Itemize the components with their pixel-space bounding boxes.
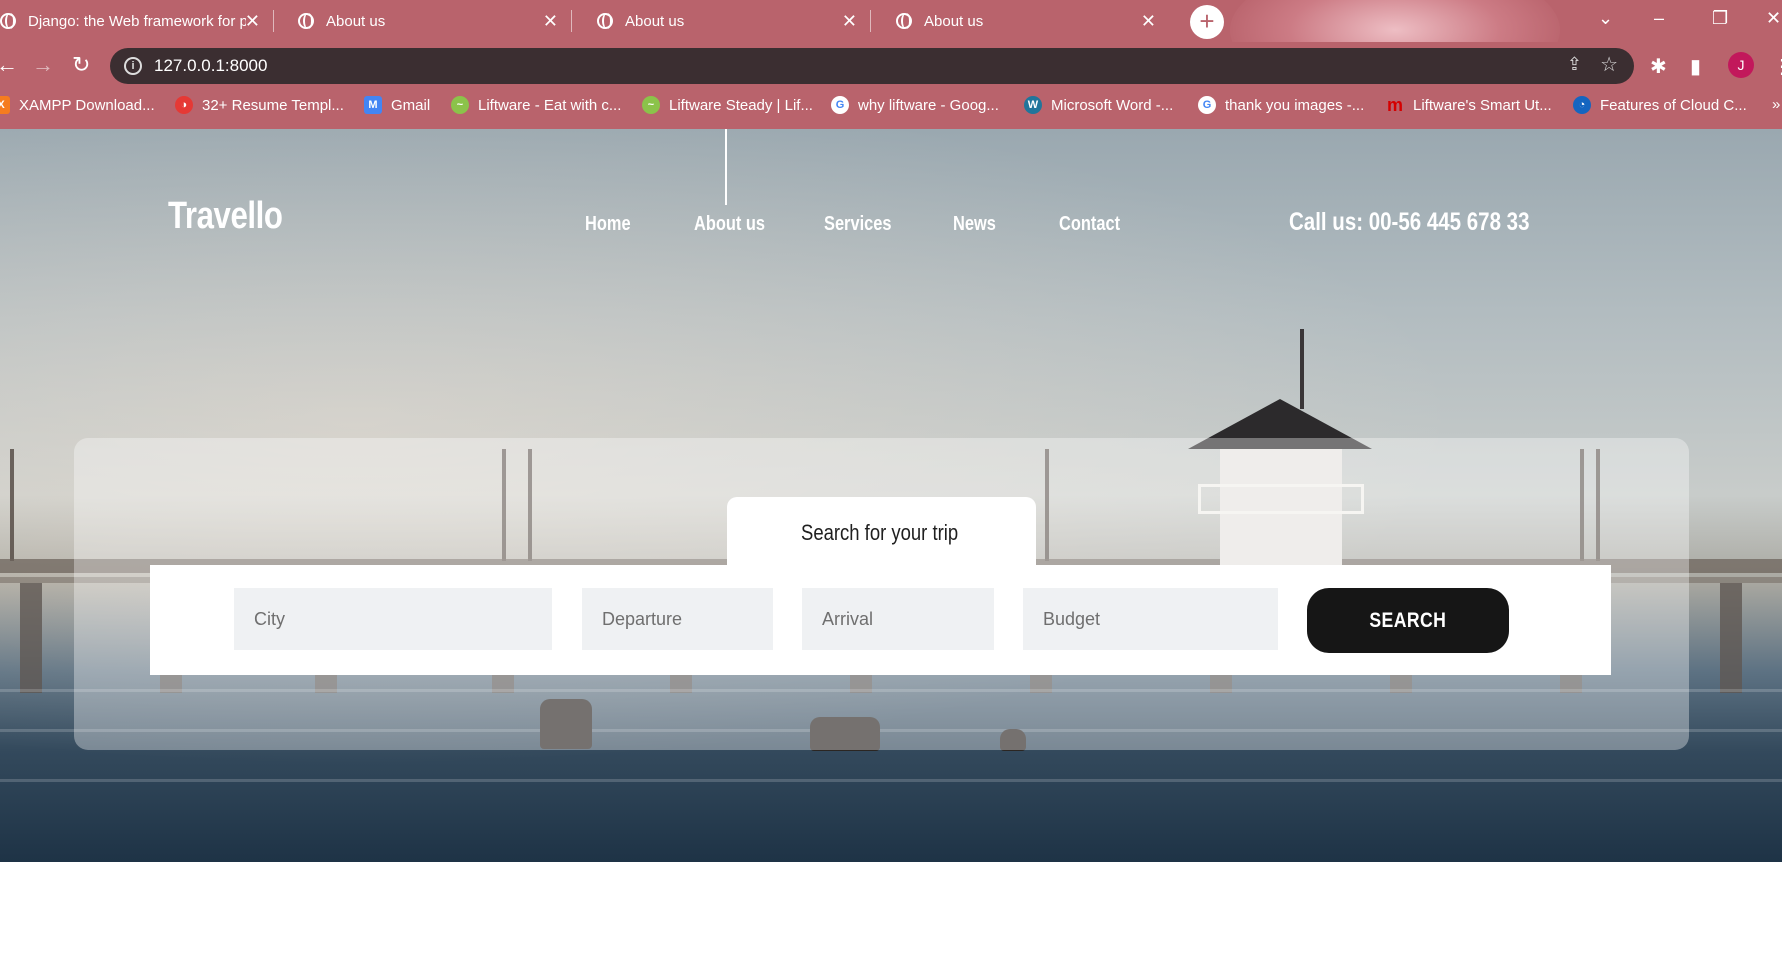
search-tab-label: Search for your trip bbox=[801, 520, 959, 545]
arrival-input[interactable] bbox=[802, 588, 994, 650]
side-panel-icon[interactable]: ▮ bbox=[1690, 54, 1701, 79]
minimize-icon[interactable]: – bbox=[1654, 8, 1664, 29]
bookmark-star-icon[interactable]: ☆ bbox=[1600, 52, 1618, 77]
call-us-phone: Call us: 00-56 445 678 33 bbox=[1289, 208, 1530, 236]
tab-separator bbox=[870, 10, 871, 32]
bookmark-label: Microsoft Word -... bbox=[1051, 96, 1174, 114]
globe-icon bbox=[298, 13, 314, 29]
departure-input[interactable] bbox=[582, 588, 773, 650]
profile-avatar[interactable]: J bbox=[1728, 52, 1754, 78]
bookmarks-bar: X XAMPP Download... ◑ 32+ Resume Templ..… bbox=[0, 90, 1782, 122]
more-bookmarks-icon[interactable]: » bbox=[1772, 96, 1780, 113]
bookmark-liftware-steady[interactable]: ~ Liftware Steady | Lif... bbox=[642, 96, 813, 114]
m-logo-icon: m bbox=[1386, 95, 1403, 115]
nav-contact[interactable]: Contact bbox=[1059, 213, 1120, 236]
back-icon[interactable]: ← bbox=[0, 52, 18, 78]
bookmark-label: XAMPP Download... bbox=[19, 96, 155, 114]
resume-icon: ◑ bbox=[175, 96, 193, 114]
url-text[interactable]: 127.0.0.1:8000 bbox=[154, 56, 267, 76]
bookmark-label: thank you images -... bbox=[1225, 96, 1365, 114]
bookmark-thank-you[interactable]: G thank you images -... bbox=[1198, 96, 1364, 114]
tab-separator bbox=[273, 10, 274, 32]
google-icon: G bbox=[831, 96, 849, 114]
tab-title: Django: the Web framework for p bbox=[28, 12, 246, 30]
tab-separator bbox=[571, 10, 572, 32]
browser-tab-about-1[interactable]: About us ✕ bbox=[290, 0, 572, 42]
nav-active-indicator bbox=[725, 129, 727, 205]
bookmark-liftware-eat[interactable]: ~ Liftware - Eat with c... bbox=[451, 96, 621, 114]
reload-icon[interactable]: ↻ bbox=[72, 52, 90, 78]
new-tab-button[interactable]: + bbox=[1190, 5, 1224, 39]
bookmark-label: Features of Cloud C... bbox=[1600, 96, 1747, 114]
wave-line bbox=[0, 779, 1782, 782]
site-info-icon[interactable]: i bbox=[124, 57, 142, 75]
pier-piling bbox=[20, 583, 42, 693]
wordpress-icon: W bbox=[1024, 96, 1042, 114]
browser-tab-about-2[interactable]: About us ✕ bbox=[589, 0, 871, 42]
bookmark-why-liftware[interactable]: G why liftware - Goog... bbox=[831, 96, 999, 114]
extensions-icon[interactable]: ✱ bbox=[1650, 54, 1667, 79]
browser-tab-strip: Django: the Web framework for p ✕ About … bbox=[0, 0, 1782, 42]
google-icon: G bbox=[1198, 96, 1216, 114]
tower-mast bbox=[1300, 329, 1304, 409]
bookmark-liftware-smart[interactable]: m Liftware's Smart Ut... bbox=[1386, 96, 1552, 114]
bookmark-microsoft-word[interactable]: W Microsoft Word -... bbox=[1024, 96, 1173, 114]
pier-piling bbox=[1720, 583, 1742, 693]
globe-icon bbox=[597, 13, 613, 29]
close-window-icon[interactable]: ✕ bbox=[1766, 8, 1781, 29]
tab-title: About us bbox=[326, 12, 386, 30]
budget-input[interactable] bbox=[1023, 588, 1278, 650]
bookmark-label: Liftware Steady | Lif... bbox=[669, 96, 813, 114]
site-logo[interactable]: Travello bbox=[168, 195, 283, 238]
bookmark-cloud[interactable]: ◔ Features of Cloud C... bbox=[1573, 96, 1747, 114]
browser-tab-django[interactable]: Django: the Web framework for p ✕ bbox=[0, 0, 274, 42]
search-button-label: SEARCH bbox=[1369, 608, 1447, 632]
bookmark-xampp[interactable]: X XAMPP Download... bbox=[0, 96, 155, 114]
globe-icon bbox=[896, 13, 912, 29]
search-button[interactable]: SEARCH bbox=[1307, 588, 1509, 653]
close-tab-icon[interactable]: ✕ bbox=[245, 11, 260, 31]
close-tab-icon[interactable]: ✕ bbox=[842, 11, 857, 31]
decorative-flower-bg bbox=[1230, 0, 1560, 42]
address-bar[interactable]: i 127.0.0.1:8000 ⇪ ☆ bbox=[110, 48, 1634, 84]
bookmark-label: 32+ Resume Templ... bbox=[202, 96, 344, 114]
gmail-icon: M bbox=[364, 96, 382, 114]
liftware-icon: ~ bbox=[642, 96, 660, 114]
nav-news[interactable]: News bbox=[953, 213, 996, 236]
forward-icon[interactable]: → bbox=[32, 52, 54, 78]
city-input[interactable] bbox=[234, 588, 552, 650]
share-icon[interactable]: ⇪ bbox=[1567, 54, 1582, 75]
bookmark-label: Liftware - Eat with c... bbox=[478, 96, 622, 114]
menu-kebab-icon[interactable]: ⋮ bbox=[1772, 54, 1782, 79]
tab-title: About us bbox=[924, 12, 984, 30]
nav-services[interactable]: Services bbox=[824, 213, 891, 236]
bookmark-label: Gmail bbox=[391, 96, 431, 114]
tab-title: About us bbox=[625, 12, 685, 30]
globe-icon bbox=[0, 13, 16, 29]
close-tab-icon[interactable]: ✕ bbox=[1141, 11, 1156, 31]
bookmark-resume[interactable]: ◑ 32+ Resume Templ... bbox=[175, 96, 344, 114]
close-tab-icon[interactable]: ✕ bbox=[543, 11, 558, 31]
browser-tab-about-3[interactable]: About us ✕ bbox=[888, 0, 1170, 42]
xampp-icon: X bbox=[0, 96, 10, 114]
bookmark-label: Liftware's Smart Ut... bbox=[1413, 96, 1552, 114]
cloud-icon: ◔ bbox=[1573, 96, 1591, 114]
restore-icon[interactable]: ❐ bbox=[1712, 8, 1728, 29]
nav-home[interactable]: Home bbox=[585, 213, 631, 236]
pier-lamp bbox=[10, 449, 14, 561]
nav-about-us[interactable]: About us bbox=[694, 213, 765, 236]
tab-search-icon[interactable]: ⌄ bbox=[1598, 8, 1613, 29]
liftware-icon: ~ bbox=[451, 96, 469, 114]
bookmark-gmail[interactable]: M Gmail bbox=[364, 96, 430, 114]
bookmark-label: why liftware - Goog... bbox=[858, 96, 999, 114]
